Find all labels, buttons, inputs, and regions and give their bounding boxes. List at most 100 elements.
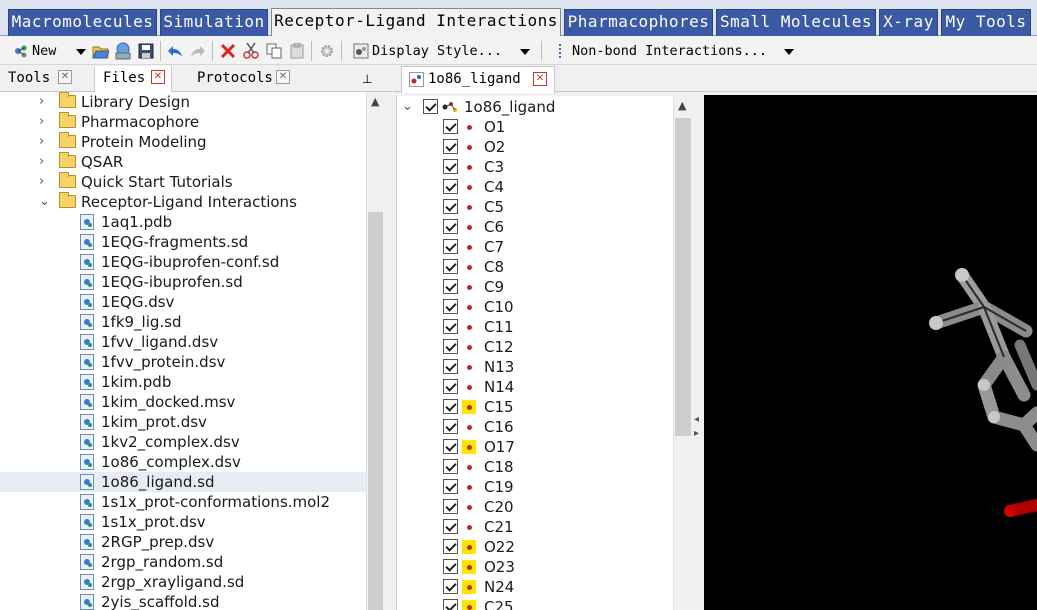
chevron-right-icon[interactable]: › <box>39 172 44 192</box>
atom-checkbox[interactable] <box>443 519 458 534</box>
atom-checkbox[interactable] <box>443 259 458 274</box>
pin-icon[interactable]: ⊥ <box>362 72 372 86</box>
atom-row[interactable]: O17 <box>397 437 692 457</box>
atom-row[interactable]: C18 <box>397 457 692 477</box>
gear-icon[interactable] <box>319 43 335 59</box>
atom-row[interactable]: C8 <box>397 257 692 277</box>
save-icon[interactable] <box>138 43 154 59</box>
atom-row[interactable]: O22 <box>397 537 692 557</box>
atom-row[interactable]: C4 <box>397 177 692 197</box>
expand-right-icon[interactable]: ▸ <box>694 428 699 439</box>
atom-row[interactable]: C21 <box>397 517 692 537</box>
scroll-up-icon[interactable]: ▲ <box>678 99 686 112</box>
atom-row[interactable]: N24 <box>397 577 692 597</box>
tree-file[interactable]: 1o86_complex.dsv <box>0 452 366 472</box>
tree-file[interactable]: 2rgp_xrayligand.sd <box>0 572 366 592</box>
tree-file[interactable]: 2RGP_prep.dsv <box>0 532 366 552</box>
atom-row[interactable]: O23 <box>397 557 692 577</box>
tree-folder[interactable]: › Pharmacophore <box>0 112 366 132</box>
atom-checkbox[interactable] <box>443 399 458 414</box>
atom-checkbox[interactable] <box>443 459 458 474</box>
atom-checkbox[interactable] <box>443 199 458 214</box>
tree-file[interactable]: 1EQG-ibuprofen.sd <box>0 272 366 292</box>
tab-protocols[interactable]: Protocols ✕ <box>189 66 295 92</box>
atom-row[interactable]: C5 <box>397 197 692 217</box>
atom-row[interactable]: C25 <box>397 597 692 610</box>
tree-file[interactable]: 1fvv_ligand.dsv <box>0 332 366 352</box>
chevron-right-icon[interactable]: › <box>39 152 44 172</box>
tab-files[interactable]: Files ✕ <box>94 66 172 93</box>
chevron-right-icon[interactable]: › <box>39 132 44 152</box>
atom-checkbox[interactable] <box>443 479 458 494</box>
atom-row[interactable]: C3 <box>397 157 692 177</box>
atom-checkbox[interactable] <box>443 139 458 154</box>
scroll-up-icon[interactable]: ▲ <box>371 95 379 108</box>
close-icon[interactable]: ✕ <box>58 70 72 84</box>
atom-checkbox[interactable] <box>443 539 458 554</box>
atom-checkbox[interactable] <box>443 419 458 434</box>
paste-icon[interactable] <box>289 43 305 59</box>
atom-checkbox[interactable] <box>443 579 458 594</box>
scrollbar-thumb[interactable] <box>675 118 691 436</box>
atom-checkbox[interactable] <box>443 159 458 174</box>
tree-file[interactable]: 1EQG.dsv <box>0 292 366 312</box>
chevron-right-icon[interactable]: › <box>39 112 44 132</box>
atom-checkbox[interactable] <box>443 239 458 254</box>
tree-file[interactable]: 1EQG-ibuprofen-conf.sd <box>0 252 366 272</box>
close-icon[interactable]: ✕ <box>533 72 547 86</box>
tab-receptor-ligand-interactions[interactable]: Receptor-Ligand Interactions <box>271 8 561 36</box>
tab-1o86-ligand[interactable]: 1o86_ligand ✕ <box>401 66 555 93</box>
atom-row[interactable]: N14 <box>397 377 692 397</box>
open-network-icon[interactable] <box>114 42 132 60</box>
panel-splitter[interactable]: ◂ ▸ <box>692 96 704 610</box>
atom-row[interactable]: C12 <box>397 337 692 357</box>
tab-x-ray[interactable]: X-ray <box>879 9 938 36</box>
open-folder-icon[interactable] <box>92 43 109 59</box>
tree-folder[interactable]: ⌄ Receptor-Ligand Interactions <box>0 192 366 212</box>
tree-folder[interactable]: › Library Design <box>0 92 366 112</box>
atom-checkbox[interactable] <box>443 599 458 610</box>
atom-row[interactable]: C9 <box>397 277 692 297</box>
tab-macromolecules[interactable]: Macromolecules <box>8 9 157 36</box>
chevron-right-icon[interactable]: › <box>39 92 44 112</box>
atom-row[interactable]: C19 <box>397 477 692 497</box>
tree-folder[interactable]: › Protein Modeling <box>0 132 366 152</box>
atom-checkbox[interactable] <box>443 499 458 514</box>
tree-file[interactable]: 1fvv_protein.dsv <box>0 352 366 372</box>
tree-file[interactable]: 1s1x_prot.dsv <box>0 512 366 532</box>
tab-small-molecules[interactable]: Small Molecules <box>716 9 876 36</box>
tree-file[interactable]: 2yis_scaffold.sd <box>0 592 366 610</box>
atom-row[interactable]: C15 <box>397 397 692 417</box>
atom-list-scrollbar[interactable]: ▲ <box>673 96 692 610</box>
undo-icon[interactable] <box>167 43 183 59</box>
atom-row[interactable]: O2 <box>397 137 692 157</box>
atom-row[interactable]: C16 <box>397 417 692 437</box>
atom-row[interactable]: C7 <box>397 237 692 257</box>
atom-checkbox[interactable] <box>443 359 458 374</box>
display-style-button[interactable]: Display Style... <box>350 40 535 62</box>
atom-checkbox[interactable] <box>443 339 458 354</box>
molecule-3d-viewer[interactable] <box>704 95 1037 610</box>
tree-file[interactable]: 1o86_ligand.sd <box>0 472 366 492</box>
tree-file[interactable]: 1aq1.pdb <box>0 212 366 232</box>
atom-checkbox[interactable] <box>443 439 458 454</box>
tree-folder[interactable]: › Quick Start Tutorials <box>0 172 366 192</box>
tab-simulation[interactable]: Simulation <box>160 9 268 36</box>
atom-checkbox[interactable] <box>443 379 458 394</box>
molecule-root-row[interactable]: ⌄ 1o86_ligand <box>397 97 692 117</box>
chevron-down-icon[interactable]: ⌄ <box>39 192 50 212</box>
tab-tools[interactable]: Tools ✕ <box>0 66 78 92</box>
atom-checkbox[interactable] <box>443 559 458 574</box>
collapse-left-icon[interactable]: ◂ <box>694 414 699 425</box>
atom-checkbox[interactable] <box>443 219 458 234</box>
delete-icon[interactable] <box>220 43 236 59</box>
scrollbar-thumb[interactable] <box>368 212 383 610</box>
atom-row[interactable]: C10 <box>397 297 692 317</box>
tree-file[interactable]: 2rgp_random.sd <box>0 552 366 572</box>
atom-checkbox[interactable] <box>443 279 458 294</box>
tree-file[interactable]: 1fk9_lig.sd <box>0 312 366 332</box>
tab-my-tools[interactable]: My Tools <box>941 9 1031 36</box>
tree-file[interactable]: 1s1x_prot-conformations.mol2 <box>0 492 366 512</box>
atom-checkbox[interactable] <box>443 179 458 194</box>
atom-checkbox[interactable] <box>443 319 458 334</box>
